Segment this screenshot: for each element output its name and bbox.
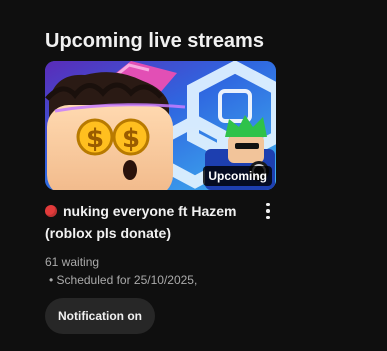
video-metadata: 61 waiting • Scheduled for 25/10/2025, [45,253,256,289]
more-vertical-icon[interactable] [260,200,276,222]
svg-text:$: $ [86,124,104,154]
red-circle-icon [45,205,57,217]
menu-dot [266,209,270,213]
video-title-link[interactable]: nuking everyone ft Hazem (roblox pls don… [45,200,256,244]
menu-dot [266,202,270,207]
menu-dot [266,215,270,220]
upcoming-badge: Upcoming [203,166,272,186]
notification-on-button[interactable]: Notification on [45,298,155,334]
scheduled-time: • Scheduled for 25/10/2025, [49,273,198,287]
upcoming-live-shelf: Upcoming live streams $ $ Upcoming nukin… [0,0,387,351]
video-title-text: nuking everyone ft Hazem (roblox pls don… [45,203,237,241]
shelf-title: Upcoming live streams [45,29,264,52]
waiting-count: 61 waiting [45,255,100,269]
video-details: nuking everyone ft Hazem (roblox pls don… [45,200,276,334]
video-thumbnail[interactable]: $ $ Upcoming [45,61,276,190]
svg-text:$: $ [122,124,140,154]
video-card: $ $ Upcoming nuking everyone ft Hazem (r… [45,61,276,334]
